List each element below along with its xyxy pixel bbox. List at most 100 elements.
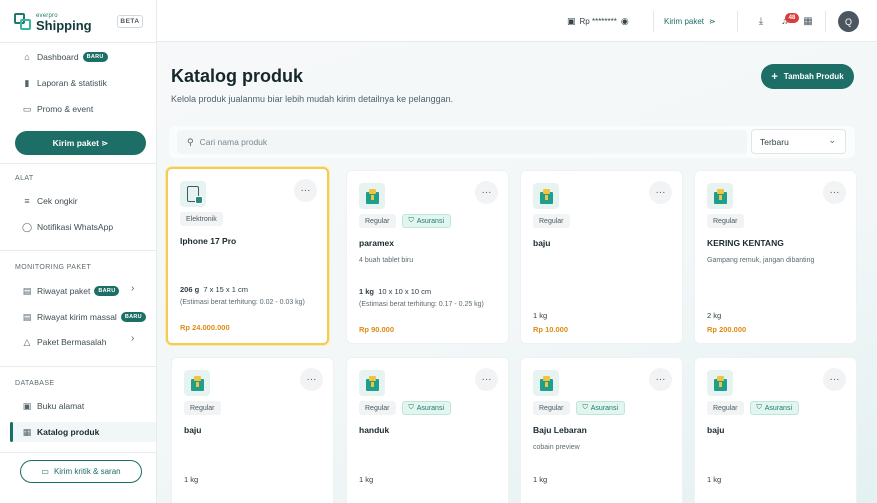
product-name: Baju Lebaran xyxy=(533,425,587,435)
sidebar-item-paket-bermasalah[interactable]: △ Paket Bermasalah xyxy=(22,334,107,350)
sort-select[interactable]: Terbaru ⌄ xyxy=(751,129,846,154)
divider xyxy=(0,250,156,251)
more-options-icon[interactable]: ··· xyxy=(475,181,498,204)
download-icon[interactable]: ⤓ xyxy=(754,14,768,28)
apps-grid-icon[interactable]: ▦ xyxy=(801,14,815,28)
package-icon: ▤ xyxy=(22,311,32,322)
search-box[interactable]: ⚲ xyxy=(177,130,747,154)
notification-count: 48 xyxy=(785,13,799,23)
section-monitoring: MONITORING PAKET xyxy=(15,264,92,271)
product-thumbnail xyxy=(184,370,210,396)
active-indicator xyxy=(10,422,13,442)
product-weight: 2 kg xyxy=(707,311,722,320)
product-card[interactable]: ··· Regular ⛉ Asuransi Baju Lebaran cobai… xyxy=(520,357,683,503)
product-name: KERING KENTANG xyxy=(707,238,784,248)
product-price: Rp 90.000 xyxy=(359,325,395,334)
product-thumbnail xyxy=(707,183,733,209)
send-icon: ⋗ xyxy=(709,17,716,26)
more-options-icon[interactable]: ··· xyxy=(475,368,498,391)
product-card[interactable]: ··· Regular KERING KENTANG Gampang remuk… xyxy=(694,170,857,344)
sidebar-item-cek-ongkir[interactable]: ≡ Cek ongkir xyxy=(22,193,77,209)
sidebar-item-buku-alamat[interactable]: ▣ Buku alamat xyxy=(22,398,85,414)
calculator-icon: ≡ xyxy=(24,196,30,206)
package-icon xyxy=(539,188,553,204)
sidebar-item-riwayat-paket[interactable]: ▤ Riwayat paket BARU xyxy=(22,283,120,299)
product-thumbnail xyxy=(533,183,559,209)
product-weight: 1 kg xyxy=(533,475,548,484)
product-card[interactable]: ··· Regular baju 1 kg xyxy=(171,357,334,503)
product-card[interactable]: ··· Regular ⛉ Asuransi baju 1 kg xyxy=(694,357,857,503)
product-thumbnail xyxy=(359,370,385,396)
more-options-icon[interactable]: ··· xyxy=(823,181,846,204)
add-product-button[interactable]: + Tambah Produk xyxy=(761,64,854,89)
product-name: baju xyxy=(707,425,725,435)
sidebar-item-label: Promo & event xyxy=(37,104,94,114)
product-price: Rp 10.000 xyxy=(533,325,569,334)
insurance-tag: ⛉ Asuransi xyxy=(575,401,625,415)
sidebar-item-katalog-produk[interactable]: ▦ Katalog produk xyxy=(22,424,100,440)
chevron-right-icon[interactable]: › xyxy=(131,333,134,344)
category-tag: Regular xyxy=(533,214,570,228)
home-icon: ⌂ xyxy=(24,52,30,62)
page-subtitle: Kelola produk jualanmu biar lebih mudah … xyxy=(171,94,454,104)
sidebar-item-notifikasi-whatsapp[interactable]: ◯ Notifikasi WhatsApp xyxy=(22,219,113,235)
address-book-icon: ▣ xyxy=(22,400,32,411)
top-kirim-paket-link[interactable]: Kirim paket ⋗ xyxy=(664,12,716,31)
avatar[interactable]: Q xyxy=(838,11,859,32)
product-price: Rp 24.000.000 xyxy=(180,323,230,332)
kirim-paket-button[interactable]: Kirim paket ⋗ xyxy=(15,131,146,155)
product-card[interactable]: ··· Elektronik Iphone 17 Pro 206 g 7 x 1… xyxy=(166,167,329,345)
product-card[interactable]: ··· Regular ⛉ Asuransi paramex 4 buah tab… xyxy=(346,170,509,344)
more-options-icon[interactable]: ··· xyxy=(300,368,323,391)
divider xyxy=(653,11,654,32)
main-content: Katalog produk Kelola produk jualanmu bi… xyxy=(157,42,877,503)
sidebar-item-label: Riwayat paket xyxy=(37,286,91,296)
warning-icon: △ xyxy=(23,336,31,347)
package-icon xyxy=(365,375,379,391)
sidebar-item-label: Katalog produk xyxy=(37,427,100,437)
product-card[interactable]: ··· Regular baju 1 kg Rp 10.000 xyxy=(520,170,683,344)
sidebar-item-promo[interactable]: ▭ Promo & event xyxy=(22,101,94,117)
wallet-icon: ▣ xyxy=(567,16,576,26)
more-options-icon[interactable]: ··· xyxy=(294,179,317,202)
product-weight: 1 kg xyxy=(359,475,374,484)
sort-value: Terbaru xyxy=(760,136,789,147)
sidebar-item-label: Dashboard xyxy=(37,52,79,62)
topbar: ▣ Rp ******** ◉ Kirim paket ⋗ ⤓ ♫ 48 ▦ Q xyxy=(157,0,877,42)
shield-icon: ⛉ xyxy=(408,217,414,224)
new-badge: BARU xyxy=(120,312,146,322)
chat-icon: ▭ xyxy=(41,467,49,476)
insurance-tag: ⛉ Asuransi xyxy=(401,401,451,415)
category-tag: Regular xyxy=(707,214,744,228)
kirim-top-label: Kirim paket xyxy=(664,17,705,26)
product-description: Gampang remuk, jangan dibanting xyxy=(707,257,815,264)
more-options-icon[interactable]: ··· xyxy=(649,181,672,204)
more-options-icon[interactable]: ··· xyxy=(649,368,672,391)
product-thumbnail xyxy=(707,370,733,396)
sidebar-item-riwayat-kirim-massal[interactable]: ▤ Riwayat kirim massal BARU xyxy=(22,309,146,325)
more-options-icon[interactable]: ··· xyxy=(823,368,846,391)
chevron-down-icon: ⌄ xyxy=(828,135,836,145)
insurance-tag: ⛉ Asuransi xyxy=(749,401,799,415)
brand-logo[interactable]: everpro Shipping xyxy=(14,11,92,33)
balance-display[interactable]: ▣ Rp ******** ◉ xyxy=(567,12,645,31)
sidebar-item-laporan[interactable]: ▮ Laporan & statistik xyxy=(22,75,107,91)
sidebar-item-dashboard[interactable]: ⌂ Dashboard BARU xyxy=(22,49,108,65)
shield-icon: ⛉ xyxy=(582,404,588,411)
search-input[interactable] xyxy=(199,137,700,147)
package-icon xyxy=(365,188,379,204)
whatsapp-icon: ◯ xyxy=(21,221,33,232)
chevron-right-icon[interactable]: › xyxy=(131,283,134,294)
kirim-kritik-button[interactable]: ▭ Kirim kritik & saran xyxy=(20,460,142,483)
product-weight: 1 kg xyxy=(533,311,548,320)
product-card[interactable]: ··· Regular ⛉ Asuransi handuk 1 kg xyxy=(346,357,509,503)
section-alat: ALAT xyxy=(15,175,34,182)
divider xyxy=(0,452,156,453)
divider xyxy=(825,11,826,32)
eye-icon[interactable]: ◉ xyxy=(621,16,629,27)
package-icon xyxy=(713,375,727,391)
category-tag: Elektronik xyxy=(180,212,223,226)
sidebar: everpro Shipping BETA ⌂ Dashboard BARU ▮… xyxy=(0,0,157,503)
add-product-label: Tambah Produk xyxy=(783,72,844,81)
divider xyxy=(737,11,738,32)
